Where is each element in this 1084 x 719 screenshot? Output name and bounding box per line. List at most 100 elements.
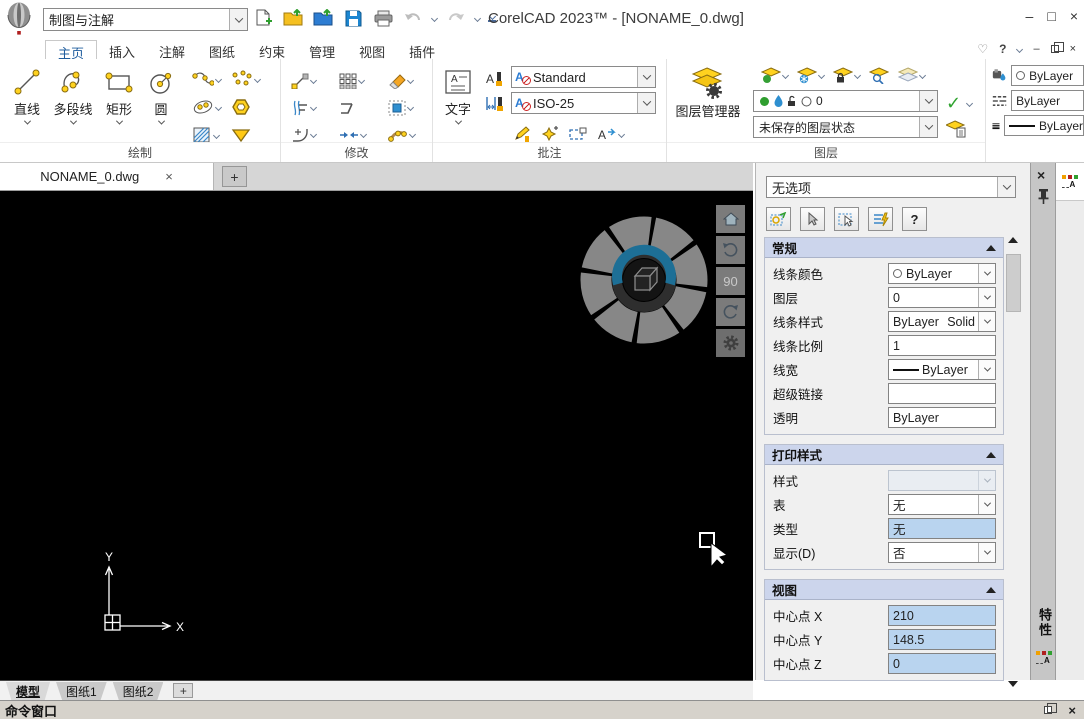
ring-button[interactable] <box>388 97 432 119</box>
active-layer-combo[interactable]: 0 <box>753 90 938 112</box>
text-direction-dropdown-icon[interactable] <box>618 130 625 137</box>
wheel-settings-button[interactable] <box>716 329 745 357</box>
linescale-input[interactable]: 1 <box>888 335 996 356</box>
chevron-down-icon[interactable] <box>978 264 995 283</box>
tab-view[interactable]: 视图 <box>347 40 397 59</box>
document-tab[interactable]: NONAME_0.dwg × <box>0 163 214 190</box>
layer-freeze-button[interactable] <box>797 64 824 86</box>
text-style-combo[interactable]: AStandard <box>511 66 656 88</box>
quick-select-button[interactable] <box>868 207 893 231</box>
rectangle-dropdown-icon[interactable] <box>115 118 122 125</box>
split-dropdown-icon[interactable] <box>310 104 317 111</box>
chevron-down-icon[interactable] <box>978 288 995 307</box>
sheet-tab-sheet2[interactable]: 图纸2 <box>113 682 164 700</box>
spline-dropdown-icon[interactable] <box>215 75 222 82</box>
section-printstyle-header[interactable]: 打印样式 <box>765 445 1003 465</box>
chevron-down-icon[interactable] <box>978 543 995 562</box>
fillet-dropdown-icon[interactable] <box>310 131 317 138</box>
selection-combo[interactable]: 无选项 <box>766 176 1016 198</box>
ellipse-button[interactable] <box>192 96 221 118</box>
add-sheet-button[interactable]: + <box>173 683 193 698</box>
extend-button[interactable] <box>339 97 383 119</box>
line-color-combo[interactable]: ByLayer <box>888 263 996 284</box>
chevron-down-icon[interactable] <box>978 312 995 331</box>
move-dropdown-icon[interactable] <box>310 77 317 84</box>
pattern-button[interactable] <box>339 70 383 92</box>
command-restore-icon[interactable] <box>1044 706 1052 714</box>
center-x-input[interactable]: 210 <box>888 605 996 626</box>
rotate-cw-button[interactable] <box>716 298 745 326</box>
favorite-heart-icon[interactable]: ♡ <box>977 42 988 56</box>
point-dropdown-icon[interactable] <box>254 75 261 82</box>
layer-states-button[interactable] <box>898 64 925 86</box>
pin-icon[interactable] <box>1038 189 1049 204</box>
hatch-dropdown-icon[interactable] <box>213 131 220 138</box>
layer-state-combo[interactable]: 未保存的图层状态 <box>753 116 938 138</box>
pattern-dropdown-icon[interactable] <box>358 77 365 84</box>
workspace-selector[interactable]: 制图与注解 <box>43 8 248 31</box>
rotate-ccw-button[interactable] <box>716 236 745 264</box>
minimize-button[interactable]: – <box>1026 8 1034 24</box>
entity-lineweight-combo[interactable]: ByLayer <box>1004 115 1084 136</box>
print-button[interactable] <box>372 6 394 30</box>
layer-combo[interactable]: 0 <box>888 287 996 308</box>
help-dropdown-icon[interactable] <box>1016 45 1023 52</box>
layer-freeze-dropdown-icon[interactable] <box>818 71 825 78</box>
erase-dropdown-icon[interactable] <box>407 77 414 84</box>
redo-button[interactable] <box>445 6 467 30</box>
section-general-header[interactable]: 常规 <box>765 238 1003 258</box>
new-file-button[interactable] <box>252 6 274 30</box>
deselect-button[interactable] <box>800 207 825 231</box>
close-button[interactable]: × <box>1070 8 1078 24</box>
text-width-brush-button[interactable] <box>485 92 505 114</box>
check-dropdown-icon[interactable] <box>966 99 973 106</box>
printstyle-table-combo[interactable]: 无 <box>888 494 996 515</box>
tab-annotate[interactable]: 注解 <box>147 40 197 59</box>
layer-on-button[interactable] <box>761 64 788 86</box>
help-button[interactable]: ? <box>999 42 1006 56</box>
layer-find-button[interactable] <box>869 64 889 86</box>
command-window-bar[interactable]: 命令窗口 × <box>0 700 1084 719</box>
undo-button[interactable] <box>402 6 424 30</box>
document-tab-close-icon[interactable]: × <box>165 169 173 184</box>
select-window-button[interactable] <box>834 207 859 231</box>
printstyle-display-combo[interactable]: 否 <box>888 542 996 563</box>
save-button[interactable] <box>342 6 364 30</box>
chevron-down-icon[interactable] <box>229 9 247 30</box>
tab-insert[interactable]: 插入 <box>97 40 147 59</box>
doc-close-button[interactable]: × <box>1070 43 1076 55</box>
split-button[interactable] <box>291 97 333 119</box>
erase-button[interactable] <box>388 70 432 92</box>
scroll-down-icon[interactable] <box>1008 681 1018 687</box>
text-dropdown-icon[interactable] <box>454 118 461 125</box>
undo-dropdown-icon[interactable] <box>431 14 438 21</box>
center-y-input[interactable]: 148.5 <box>888 629 996 650</box>
edit-grips-dropdown-icon[interactable] <box>409 131 416 138</box>
import-file-button[interactable] <box>312 6 334 30</box>
chevron-down-icon[interactable] <box>919 91 937 111</box>
entity-color-combo[interactable]: ByLayer <box>1011 65 1084 86</box>
layer-on-dropdown-icon[interactable] <box>782 71 789 78</box>
transparency-input[interactable]: ByLayer <box>888 407 996 428</box>
dim-style-combo[interactable]: AISO-25 <box>511 92 656 114</box>
palette-scrollbar[interactable] <box>1005 237 1022 687</box>
tab-home[interactable]: 主页 <box>45 40 97 59</box>
sheet-tab-model[interactable]: 模型 <box>6 682 50 700</box>
tab-addins[interactable]: 插件 <box>397 40 447 59</box>
section-view-header[interactable]: 视图 <box>765 580 1003 600</box>
properties-palette-tab[interactable]: A <box>1056 163 1084 201</box>
ring-dropdown-icon[interactable] <box>407 104 414 111</box>
polygon-button[interactable] <box>231 96 260 118</box>
scroll-thumb[interactable] <box>1006 254 1021 312</box>
palette-help-button[interactable]: ? <box>902 207 927 231</box>
chevron-down-icon[interactable] <box>978 495 995 514</box>
circle-dropdown-icon[interactable] <box>157 118 164 125</box>
layer-lock-button[interactable] <box>833 64 860 86</box>
layer-state-manager-button[interactable] <box>946 118 966 140</box>
layer-states-dropdown-icon[interactable] <box>919 71 926 78</box>
text-format-brush-button[interactable]: A <box>485 67 505 89</box>
drawing-canvas[interactable]: 90 <box>0 191 753 680</box>
layer-lock-dropdown-icon[interactable] <box>854 71 861 78</box>
move-button[interactable] <box>291 70 333 92</box>
polyline-dropdown-icon[interactable] <box>69 118 76 125</box>
